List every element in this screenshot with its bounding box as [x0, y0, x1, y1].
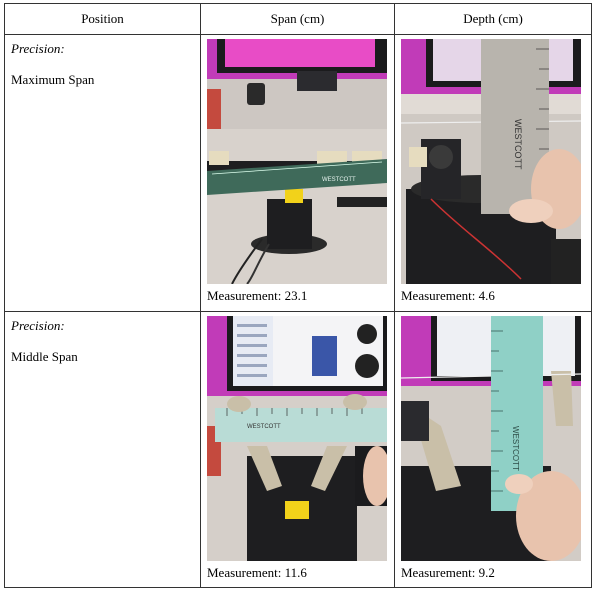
photo-middle-span: WESTCOTT: [207, 316, 387, 561]
position-cell: Precision: Maximum Span: [4, 34, 201, 312]
header-position: Position: [4, 3, 201, 35]
span-cell: WESTCOTT Measurement: 23.1: [200, 34, 395, 312]
span-measurement: Measurement: 23.1: [207, 288, 308, 303]
photo-max-span: WESTCOTT: [207, 39, 387, 284]
depth-measurement: Measurement: 4.6: [401, 288, 495, 303]
header-row: Position Span (cm) Depth (cm): [4, 3, 592, 35]
measurement-table: Position Span (cm) Depth (cm) Precision:…: [4, 3, 592, 588]
header-depth: Depth (cm): [394, 3, 592, 35]
table-row: Precision: Maximum Span WESTCOTT Measure…: [4, 34, 592, 312]
span-cell: WESTCOTT Measurement: 11.6: [200, 311, 395, 588]
position-label: Maximum Span: [11, 72, 95, 87]
depth-cell: WESTCOTT Measurement: 4.6: [394, 34, 592, 312]
ruler-brand-text: WESTCOTT: [511, 426, 520, 471]
depth-cell: WESTCOTT Measurement: 9.2: [394, 311, 592, 588]
span-measurement: Measurement: 11.6: [207, 565, 307, 580]
photo-middle-depth: WESTCOTT: [401, 316, 581, 561]
header-span: Span (cm): [200, 3, 395, 35]
ruler-brand-text: WESTCOTT: [247, 424, 281, 430]
category-label: Precision:: [11, 318, 65, 333]
category-label: Precision:: [11, 41, 65, 56]
ruler-brand-text: WESTCOTT: [322, 177, 356, 183]
photo-max-depth: WESTCOTT: [401, 39, 581, 284]
position-cell: Precision: Middle Span: [4, 311, 201, 588]
ruler-brand-text: WESTCOTT: [513, 119, 523, 170]
position-label: Middle Span: [11, 349, 78, 364]
table-row: Precision: Middle Span WESTCOTT Measurem…: [4, 311, 592, 588]
depth-measurement: Measurement: 9.2: [401, 565, 495, 580]
